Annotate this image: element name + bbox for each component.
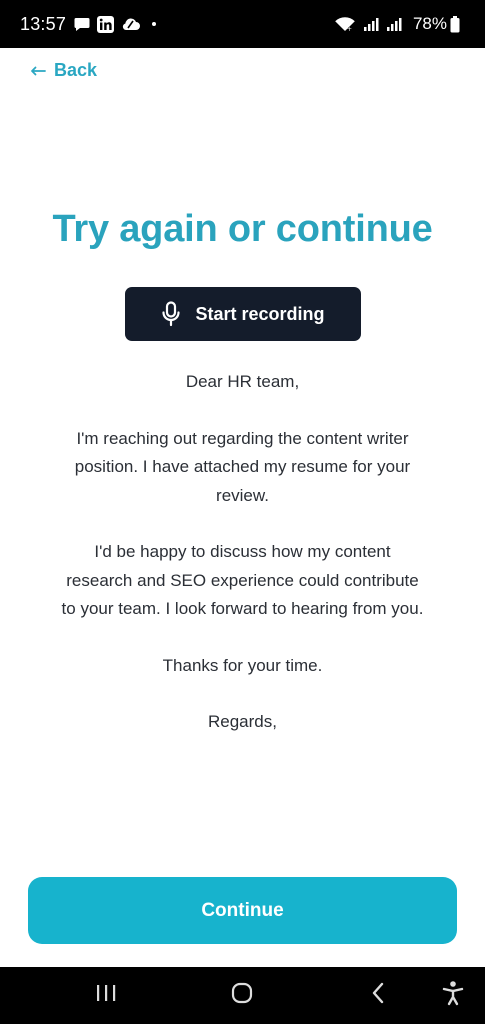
status-bar-right: + 78% [334, 14, 467, 34]
letter-paragraph: I'd be happy to discuss how my content r… [61, 542, 424, 618]
back-link[interactable]: Back [30, 60, 97, 81]
signal-icon [363, 16, 379, 32]
accessibility-button[interactable] [430, 967, 476, 1024]
microphone-icon [161, 301, 181, 327]
status-bar-left: 13:57 [20, 13, 157, 35]
start-recording-label: Start recording [195, 303, 325, 324]
continue-button[interactable]: Continue [28, 877, 457, 944]
wifi-icon: + [334, 16, 356, 32]
chat-bubble-icon [74, 17, 90, 32]
battery-icon [450, 15, 460, 33]
letter-thanks: Thanks for your time. [162, 655, 323, 675]
system-navigation-bar [0, 967, 485, 1024]
start-recording-button[interactable]: Start recording [125, 287, 361, 341]
linkedin-icon [97, 15, 115, 33]
home-icon [231, 982, 253, 1009]
cloud-icon [121, 17, 141, 31]
status-bar: 13:57 + 78% [0, 0, 485, 48]
continue-label: Continue [201, 899, 284, 921]
recents-button[interactable] [76, 967, 136, 1024]
battery-percent: 78% [412, 14, 447, 33]
recents-icon [95, 984, 117, 1007]
letter-signoff: Regards, [208, 712, 277, 731]
screen: 13:57 + 78% Back Try again or continue S… [0, 0, 485, 1024]
message-body: Dear HR team, I'm reaching out regarding… [60, 368, 425, 765]
svg-text:+: + [347, 26, 352, 32]
signal-icon [386, 16, 402, 32]
letter-greeting: Dear HR team, [185, 372, 300, 391]
accessibility-icon [442, 980, 464, 1011]
back-label: Back [54, 60, 98, 80]
clock: 13:57 [20, 13, 67, 34]
arrow-left-icon [30, 66, 46, 76]
notification-dot [152, 22, 157, 26]
letter-paragraph: I'm reaching out regarding the content w… [74, 428, 411, 505]
page-title: Try again or continue [52, 208, 433, 250]
home-button[interactable] [212, 967, 272, 1024]
back-icon [371, 982, 385, 1009]
back-button[interactable] [348, 967, 408, 1024]
